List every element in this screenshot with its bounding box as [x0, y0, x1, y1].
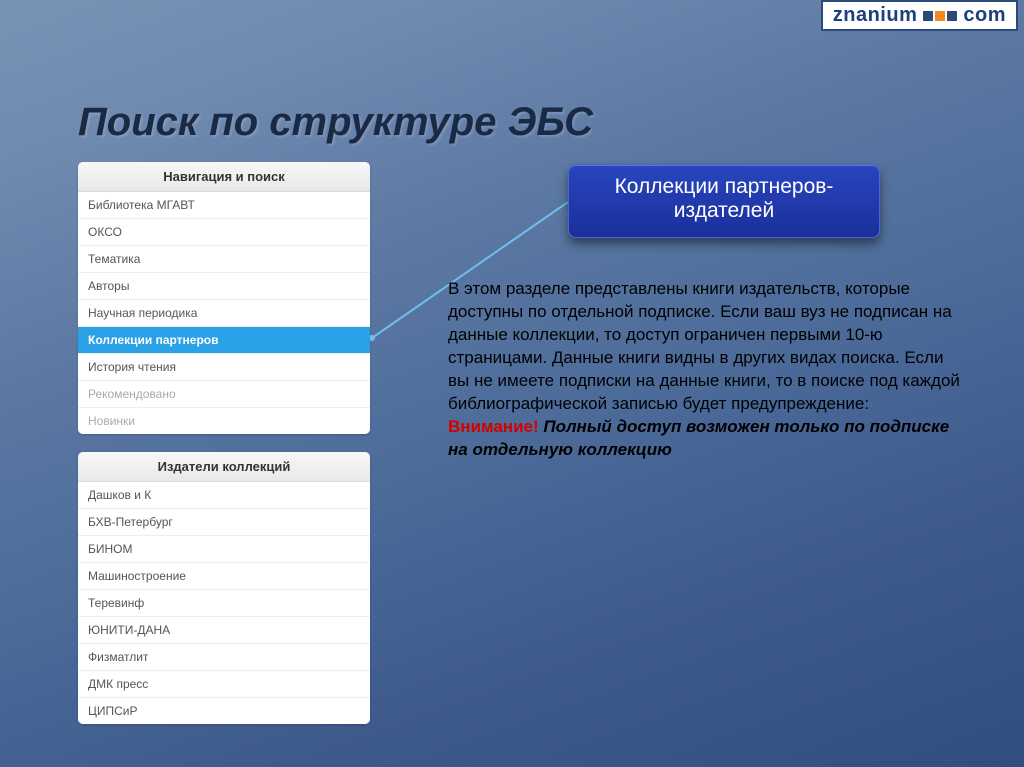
publisher-item[interactable]: Теревинф: [78, 590, 370, 617]
nav-item[interactable]: Рекомендовано: [78, 381, 370, 408]
logo-square-dot: [947, 11, 957, 21]
brand-logo: znanium com: [821, 0, 1018, 31]
sidebar-panels: Навигация и поиск Библиотека МГАВТ ОКСО …: [78, 162, 370, 724]
brand-logo-squares: [923, 11, 957, 21]
publishers-panel-header: Издатели коллекций: [78, 452, 370, 482]
publisher-item[interactable]: ЦИПСиР: [78, 698, 370, 724]
publisher-item[interactable]: ЮНИТИ-ДАНА: [78, 617, 370, 644]
nav-item[interactable]: Новинки: [78, 408, 370, 434]
nav-panel-header: Навигация и поиск: [78, 162, 370, 192]
nav-item[interactable]: История чтения: [78, 354, 370, 381]
publisher-item[interactable]: ДМК пресс: [78, 671, 370, 698]
description-block: В этом разделе представлены книги издате…: [448, 278, 968, 462]
publishers-panel: Издатели коллекций Дашков и К БХВ-Петерб…: [78, 452, 370, 724]
nav-item[interactable]: Авторы: [78, 273, 370, 300]
nav-item[interactable]: ОКСО: [78, 219, 370, 246]
nav-item[interactable]: Научная периодика: [78, 300, 370, 327]
logo-square-dot: [935, 11, 945, 21]
nav-panel: Навигация и поиск Библиотека МГАВТ ОКСО …: [78, 162, 370, 434]
publisher-item[interactable]: БХВ-Петербург: [78, 509, 370, 536]
logo-square-dot: [923, 11, 933, 21]
publisher-item[interactable]: БИНОМ: [78, 536, 370, 563]
brand-logo-text-b: com: [963, 4, 1006, 27]
publisher-item[interactable]: Машиностроение: [78, 563, 370, 590]
callout-badge: Коллекции партнеров- издателей: [568, 164, 880, 238]
description-warning: Внимание!: [448, 417, 539, 436]
description-body: В этом разделе представлены книги издате…: [448, 279, 960, 413]
callout-line: издателей: [581, 199, 867, 223]
nav-item[interactable]: Тематика: [78, 246, 370, 273]
nav-item[interactable]: Библиотека МГАВТ: [78, 192, 370, 219]
publisher-item[interactable]: Дашков и К: [78, 482, 370, 509]
brand-logo-text-a: znanium: [833, 4, 918, 27]
slide-title: Поиск по структуре ЭБС: [78, 100, 593, 145]
nav-item-active[interactable]: Коллекции партнеров: [78, 327, 370, 354]
publisher-item[interactable]: Физматлит: [78, 644, 370, 671]
callout-line: Коллекции партнеров-: [581, 175, 867, 199]
